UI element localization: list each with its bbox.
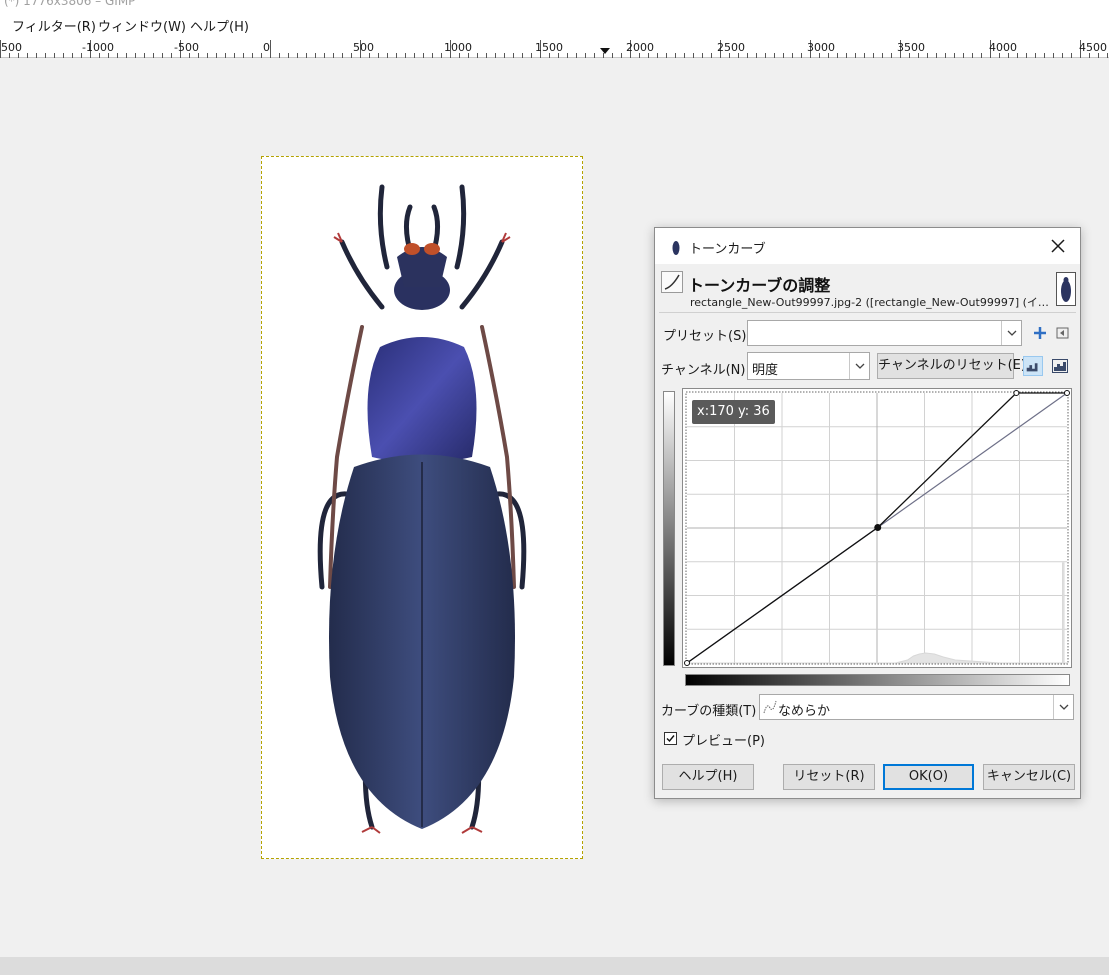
ruler-label: 0 [263,41,270,54]
close-icon[interactable] [1047,236,1069,256]
channel-combo[interactable]: 明度 [747,352,870,380]
coordinate-readout: x:170 y: 36 [692,400,775,424]
cancel-button[interactable]: キャンセル(C) [983,764,1075,790]
ruler-label: -1000 [82,41,114,54]
preview-checkbox[interactable] [664,732,677,745]
log-histogram-icon[interactable] [1050,356,1070,376]
preset-combo[interactable] [747,320,1022,346]
curve-type-label: カーブの種類(T) [661,704,757,719]
ruler-label: 2500 [717,41,745,54]
dialog-heading: トーンカーブの調整 [688,276,831,295]
curve-type-combo[interactable]: なめらか [759,694,1074,720]
menu-help[interactable]: ヘルプ(H) [190,16,249,35]
ruler-label: -500 [174,41,199,54]
ruler-label: 1500 [535,41,563,54]
input-gradient-bar [663,391,675,666]
ruler-graphic: 500 -1000 -500 0 500 1000 1500 2000 2500… [0,40,1108,58]
curve-control-point[interactable] [1064,390,1070,396]
window-titlebar: (*) 1776x3806 – GIMP [0,0,1109,10]
curve-type-value: なめらか [778,704,831,719]
horizontal-ruler[interactable]: 500 -1000 -500 0 500 1000 1500 2000 2500… [0,38,1109,58]
dialog-titlebar[interactable]: トーンカーブ [655,228,1080,264]
ruler-label: 500 [1,41,22,54]
menu-arrow-icon[interactable] [1053,323,1073,343]
ruler-label: 3000 [807,41,835,54]
curve-control-point[interactable] [1013,390,1020,396]
smooth-curve-icon [763,700,777,714]
chevron-down-icon[interactable] [849,353,869,379]
chevron-down-icon[interactable] [1001,321,1021,345]
channel-value: 明度 [752,363,779,378]
beetle-image [317,184,527,834]
ruler-label: 500 [353,41,374,54]
curves-tool-icon [661,271,683,293]
channel-label: チャンネル(N): [661,363,750,378]
menu-windows[interactable]: ウィンドウ(W) [98,16,186,35]
reset-button[interactable]: リセット(R) [783,764,875,790]
beetle-thumbnail-icon [672,241,680,255]
image-layer-boundary[interactable] [261,156,583,859]
output-gradient-bar [685,674,1070,686]
image-thumbnail [1056,272,1076,306]
curve-control-point[interactable] [874,523,882,531]
reset-channel-button[interactable]: チャンネルのリセット(E) [877,353,1026,379]
ruler-pointer-icon [600,48,610,54]
header-separator [659,312,1076,313]
ok-button[interactable]: OK(O) [883,764,974,790]
checkmark-icon [666,735,675,743]
linear-histogram-icon[interactable] [1023,356,1043,376]
chevron-down-icon[interactable] [1053,695,1073,719]
ruler-label: 4500 [1079,41,1107,54]
ruler-label: 4000 [989,41,1017,54]
ruler-label: 1000 [444,41,472,54]
ruler-label: 3500 [897,41,925,54]
preview-label[interactable]: プレビュー(P) [682,730,765,749]
menubar: フィルター(R) ウィンドウ(W) ヘルプ(H) [0,10,1109,38]
curve-editor[interactable]: x:170 y: 36 [682,388,1072,668]
dialog-subheading: rectangle_New-Out99997.jpg-2 ([rectangle… [690,296,1050,309]
plus-icon[interactable] [1030,323,1050,343]
status-bar [0,957,1109,975]
dialog-title: トーンカーブ [689,242,766,257]
help-button[interactable]: ヘルプ(H) [662,764,754,790]
window-title: (*) 1776x3806 – GIMP [4,0,136,8]
menu-filters[interactable]: フィルター(R) [12,16,96,35]
preset-label: プリセット(S): [663,329,751,344]
curves-dialog[interactable]: トーンカーブ トーンカーブの調整 rectangle_New-Out99997.… [654,227,1081,799]
curve-control-point[interactable] [684,660,690,666]
curve-graph[interactable] [683,389,1071,667]
ruler-label: 2000 [626,41,654,54]
